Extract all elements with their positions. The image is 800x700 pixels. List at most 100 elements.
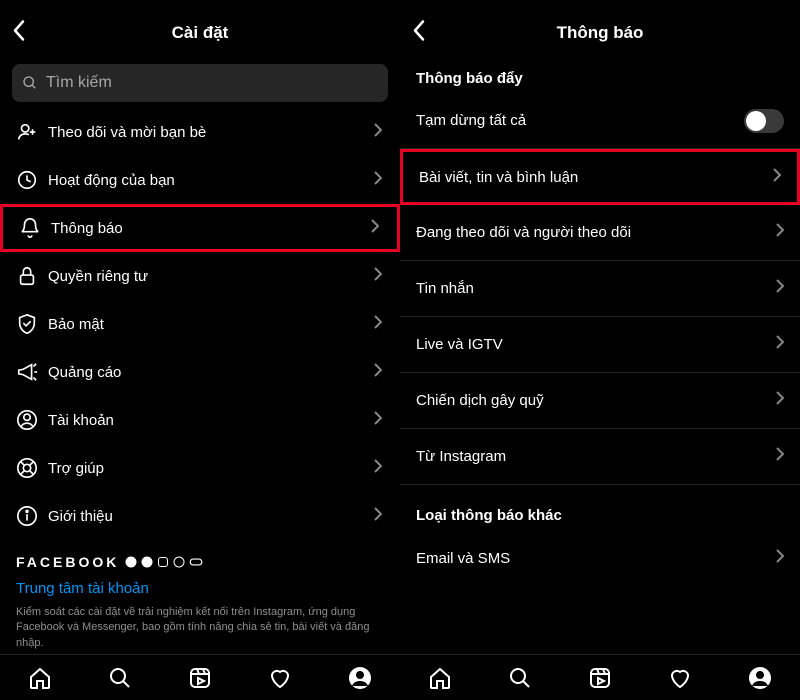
search-input[interactable]: Tìm kiếm	[12, 64, 388, 102]
chevron-left-icon	[12, 20, 26, 42]
row-label: Thông báo	[51, 220, 371, 237]
user-plus-icon	[16, 121, 38, 143]
row-label: Theo dõi và mời bạn bè	[48, 124, 374, 141]
home-icon	[428, 666, 452, 690]
tab-home[interactable]	[400, 666, 480, 690]
back-button[interactable]	[412, 20, 426, 47]
row-from-instagram[interactable]: Từ Instagram	[400, 429, 800, 485]
chevron-right-icon	[776, 549, 784, 563]
shield-icon	[16, 313, 38, 335]
tab-reels[interactable]	[560, 666, 640, 690]
tab-search[interactable]	[80, 666, 160, 690]
settings-list: Theo dõi và mời bạn bè Hoạt động của bạn…	[0, 108, 400, 654]
row-label: Bài viết, tin và bình luận	[419, 169, 773, 186]
tab-search[interactable]	[480, 666, 560, 690]
row-privacy[interactable]: Quyền riêng tư	[0, 252, 400, 300]
section-other: Loại thông báo khác	[400, 485, 800, 530]
tab-bar	[400, 654, 800, 700]
row-help[interactable]: Trợ giúp	[0, 444, 400, 492]
settings-screen: Cài đặt Tìm kiếm Theo dõi và mời bạn bè …	[0, 0, 400, 700]
page-title: Cài đặt	[0, 23, 400, 43]
tab-bar	[0, 654, 400, 700]
status-bar	[400, 0, 800, 10]
row-posts-stories-comments[interactable]: Bài viết, tin và bình luận	[400, 149, 800, 205]
chevron-right-icon	[374, 363, 382, 377]
tab-home[interactable]	[0, 666, 80, 690]
row-live-igtv[interactable]: Live và IGTV	[400, 317, 800, 373]
row-label: Email và SMS	[416, 550, 776, 567]
row-pause-all[interactable]: Tạm dừng tất cả	[400, 93, 800, 149]
row-messages[interactable]: Tin nhắn	[400, 261, 800, 317]
row-notifications[interactable]: Thông báo	[0, 204, 400, 252]
section-push: Thông báo đẩy	[400, 56, 800, 93]
chevron-right-icon	[374, 459, 382, 473]
bell-icon	[19, 217, 41, 239]
row-label: Đang theo dõi và người theo dõi	[416, 224, 776, 241]
chevron-right-icon	[776, 391, 784, 405]
chevron-left-icon	[412, 20, 426, 42]
tab-profile[interactable]	[720, 666, 800, 690]
chevron-right-icon	[776, 223, 784, 237]
row-activity[interactable]: Hoạt động của bạn	[0, 156, 400, 204]
status-bar	[0, 0, 400, 10]
instagram-icon	[157, 556, 169, 568]
clock-icon	[16, 169, 38, 191]
search-icon	[22, 75, 38, 91]
row-label: Quảng cáo	[48, 364, 374, 381]
chevron-right-icon	[773, 168, 781, 182]
help-icon	[16, 457, 38, 479]
messenger-icon	[141, 556, 153, 568]
oculus-icon	[189, 557, 203, 567]
footer-brand-text: FACEBOOK	[16, 554, 119, 570]
pause-all-toggle[interactable]	[744, 109, 784, 133]
footer-block: FACEBOOK Trung tâm tài khoản Kiểm soát c…	[0, 540, 400, 654]
notifications-screen: Thông báo Thông báo đẩy Tạm dừng tất cả …	[400, 0, 800, 700]
row-label: Quyền riêng tư	[48, 268, 374, 285]
row-about[interactable]: Giới thiệu	[0, 492, 400, 540]
row-ads[interactable]: Quảng cáo	[0, 348, 400, 396]
row-label: Bảo mật	[48, 316, 374, 333]
tab-reels[interactable]	[160, 666, 240, 690]
facebook-icon	[125, 556, 137, 568]
tab-activity[interactable]	[240, 666, 320, 690]
header: Thông báo	[400, 10, 800, 56]
row-label: Hoạt động của bạn	[48, 172, 374, 189]
row-label: Giới thiệu	[48, 508, 374, 525]
heart-icon	[668, 666, 692, 690]
accounts-center-link[interactable]: Trung tâm tài khoản	[16, 580, 384, 597]
profile-icon	[348, 666, 372, 690]
row-fundraisers[interactable]: Chiến dịch gây quỹ	[400, 373, 800, 429]
header: Cài đặt	[0, 10, 400, 56]
whatsapp-icon	[173, 556, 185, 568]
profile-icon	[748, 666, 772, 690]
chevron-right-icon	[374, 267, 382, 281]
row-email-sms[interactable]: Email và SMS	[400, 530, 800, 586]
search-icon	[508, 666, 532, 690]
row-follow-invite[interactable]: Theo dõi và mời bạn bè	[0, 108, 400, 156]
back-button[interactable]	[12, 20, 26, 47]
reels-icon	[588, 666, 612, 690]
chevron-right-icon	[776, 335, 784, 349]
lock-icon	[16, 265, 38, 287]
megaphone-icon	[16, 361, 38, 383]
row-label: Chiến dịch gây quỹ	[416, 392, 776, 409]
chevron-right-icon	[776, 279, 784, 293]
chevron-right-icon	[374, 315, 382, 329]
brand-icons	[125, 556, 203, 568]
page-title: Thông báo	[400, 23, 800, 43]
row-account[interactable]: Tài khoản	[0, 396, 400, 444]
search-placeholder: Tìm kiếm	[46, 74, 112, 92]
tab-activity[interactable]	[640, 666, 720, 690]
chevron-right-icon	[374, 123, 382, 137]
chevron-right-icon	[374, 171, 382, 185]
home-icon	[28, 666, 52, 690]
tab-profile[interactable]	[320, 666, 400, 690]
notifications-list: Thông báo đẩy Tạm dừng tất cả Bài viết, …	[400, 56, 800, 654]
row-label: Tạm dừng tất cả	[416, 112, 744, 129]
row-label: Live và IGTV	[416, 336, 776, 353]
row-following-followers[interactable]: Đang theo dõi và người theo dõi	[400, 205, 800, 261]
chevron-right-icon	[374, 411, 382, 425]
row-label: Tài khoản	[48, 412, 374, 429]
row-security[interactable]: Bảo mật	[0, 300, 400, 348]
heart-icon	[268, 666, 292, 690]
